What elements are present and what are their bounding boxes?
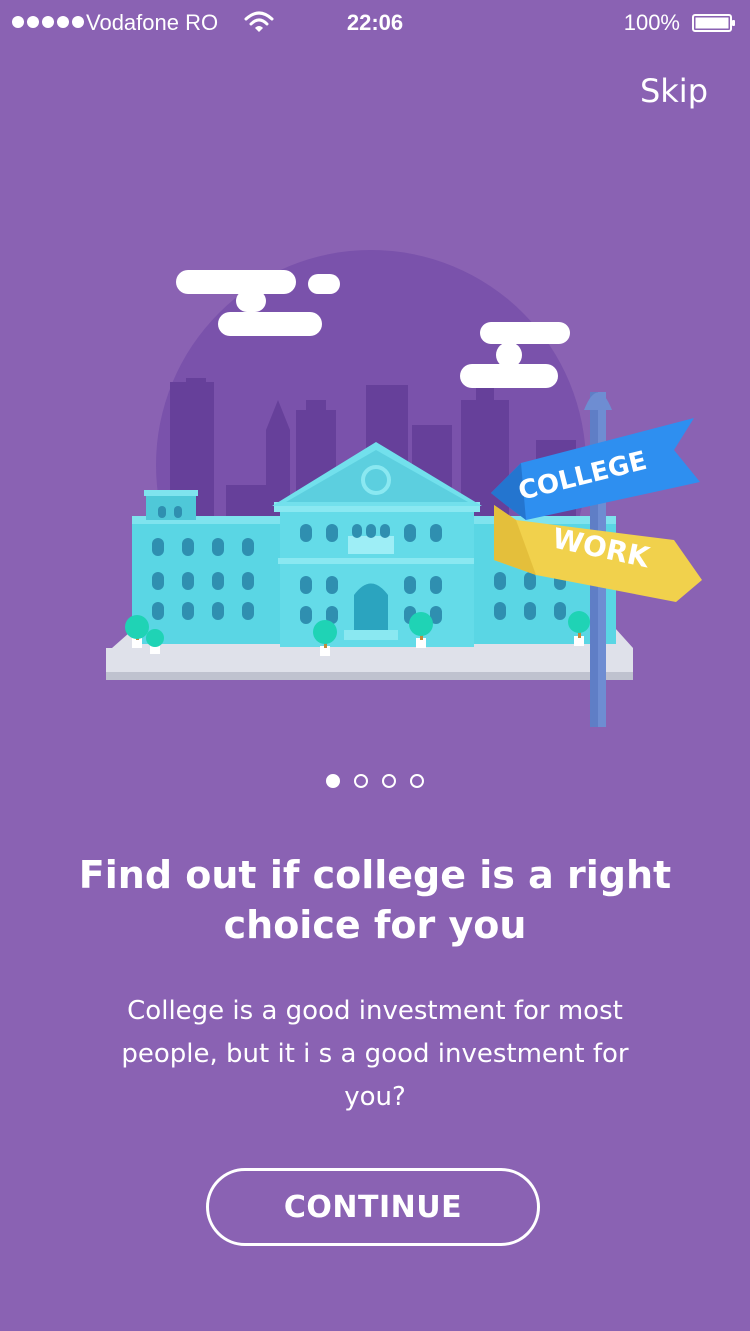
page-dot-4[interactable] xyxy=(410,774,424,788)
battery-icon xyxy=(692,14,735,32)
status-bar: Vodafone RO 22:06 100% xyxy=(0,0,750,44)
page-dot-1[interactable] xyxy=(326,774,340,788)
page-indicator xyxy=(0,774,750,788)
page-dot-2[interactable] xyxy=(354,774,368,788)
skip-button[interactable]: Skip xyxy=(640,72,708,110)
college-illustration: COLLEGE WORK xyxy=(106,250,702,727)
onboarding-title: Find out if college is a right choice fo… xyxy=(78,853,672,947)
page-dot-3[interactable] xyxy=(382,774,396,788)
onboarding-description: College is a good investment for most pe… xyxy=(121,996,629,1112)
continue-button[interactable]: CONTINUE xyxy=(206,1168,540,1246)
battery-percentage: 100% xyxy=(623,10,680,35)
